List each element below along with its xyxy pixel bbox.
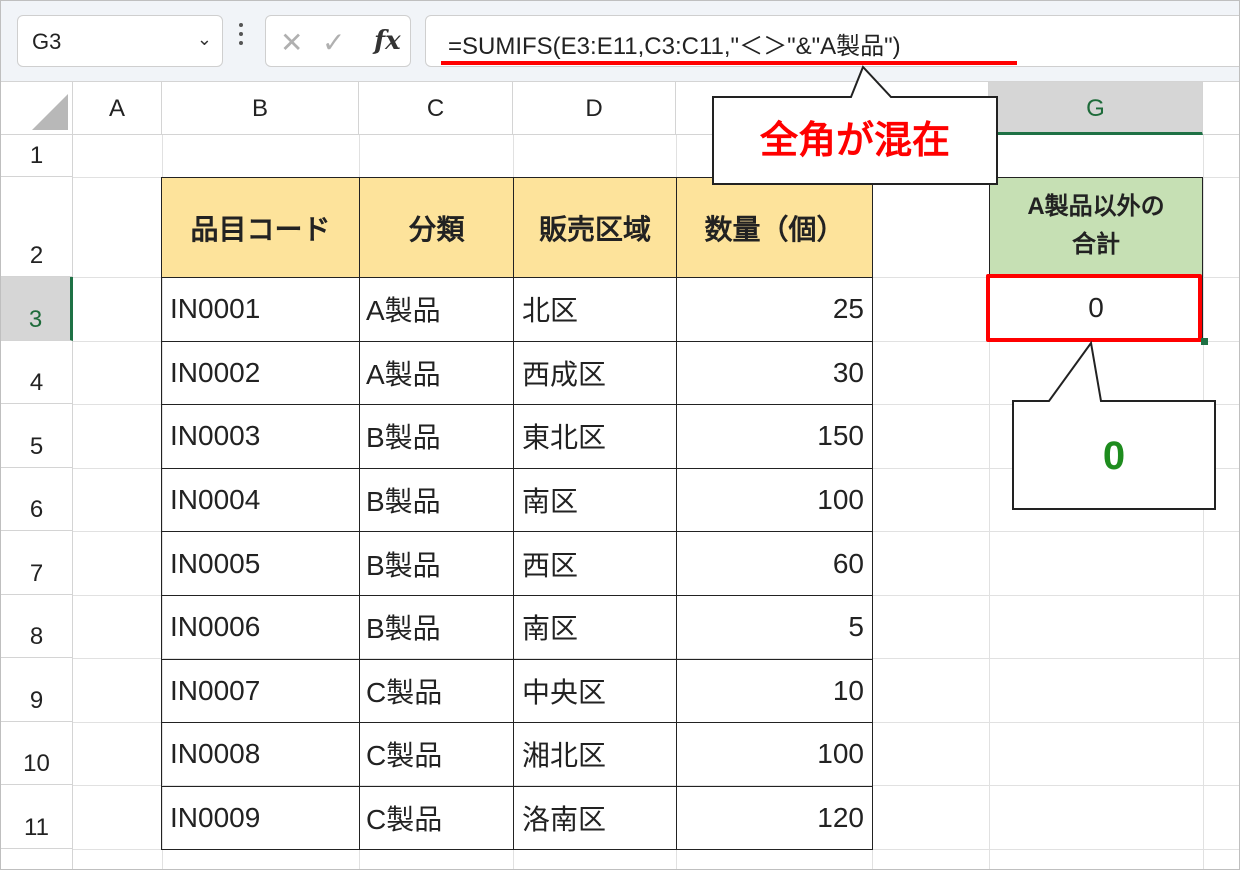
cell-quantity[interactable]: 25 [676, 277, 873, 342]
column-header-h[interactable] [1203, 82, 1239, 135]
formula-text: =SUMIFS(E3:E11,C3:C11,"＜＞"&"A製品") [448, 33, 901, 60]
row-header-5[interactable]: 5 [1, 404, 73, 468]
name-box[interactable]: G3 ⌄ [17, 15, 223, 67]
cell-quantity[interactable]: 30 [676, 340, 873, 406]
column-header-d[interactable]: D [513, 82, 676, 135]
cell-quantity[interactable]: 150 [676, 404, 873, 469]
cell-area[interactable]: 南区 [513, 467, 677, 533]
table-row: IN0004 B製品 南区 100 [161, 467, 873, 533]
column-header-g[interactable]: G [989, 82, 1203, 135]
formula-buttons: ✕ ✓ fx [265, 15, 411, 67]
excel-window: G3 ⌄ ✕ ✓ fx =SUMIFS(E3:E11,C3:C11,"＜＞"&"… [0, 0, 1240, 870]
data-table: 品目コード 分類 販売区域 数量（個） IN0001 A製品 北区 25 IN0… [161, 177, 873, 851]
header-quantity[interactable]: 数量（個） [676, 177, 873, 278]
table-row: IN0003 B製品 東北区 150 [161, 404, 873, 469]
cell-quantity[interactable]: 100 [676, 467, 873, 533]
row-header-10[interactable]: 10 [1, 722, 73, 785]
cell-area[interactable]: 中央区 [513, 658, 677, 724]
cell-code[interactable]: IN0005 [161, 531, 360, 596]
row-header-3[interactable]: 3 [1, 277, 73, 341]
cell-area[interactable]: 西区 [513, 531, 677, 596]
cell-area[interactable]: 南区 [513, 594, 677, 660]
name-box-value: G3 [32, 29, 62, 54]
cell-code[interactable]: IN0008 [161, 722, 360, 787]
cancel-icon[interactable]: ✕ [280, 26, 303, 59]
row-header-9[interactable]: 9 [1, 658, 73, 722]
table-row: IN0006 B製品 南区 5 [161, 594, 873, 660]
cell-quantity[interactable]: 10 [676, 658, 873, 724]
header-sales-area[interactable]: 販売区域 [513, 177, 677, 278]
column-header-c[interactable]: C [359, 82, 513, 135]
cell-category[interactable]: A製品 [359, 340, 514, 406]
cell-category[interactable]: C製品 [359, 722, 514, 787]
callout-mixed-width-text: 全角が混在 [759, 120, 950, 162]
row-header-1[interactable]: 1 [1, 135, 73, 177]
check-icon[interactable]: ✓ [322, 26, 345, 59]
cell-category[interactable]: A製品 [359, 277, 514, 342]
row-header-12[interactable]: 12 [1, 849, 73, 869]
cell-quantity[interactable]: 5 [676, 594, 873, 660]
row-header-7[interactable]: 7 [1, 531, 73, 595]
cell-category[interactable]: B製品 [359, 404, 514, 469]
g3-red-highlight [986, 274, 1202, 342]
table-row: IN0002 A製品 西成区 30 [161, 340, 873, 406]
select-all-corner[interactable] [1, 82, 73, 135]
cell-code[interactable]: IN0002 [161, 340, 360, 406]
cell-category[interactable]: B製品 [359, 531, 514, 596]
cell-area[interactable]: 西成区 [513, 340, 677, 406]
cell-quantity[interactable]: 60 [676, 531, 873, 596]
more-vertical-icon[interactable] [237, 23, 245, 53]
cell-code[interactable]: IN0003 [161, 404, 360, 469]
table-header-row: 品目コード 分類 販売区域 数量（個） [161, 177, 873, 278]
cell-area[interactable]: 東北区 [513, 404, 677, 469]
cell-code[interactable]: IN0007 [161, 658, 360, 724]
table-row: IN0009 C製品 洛南区 120 [161, 785, 873, 851]
g-header-line2: 合計 [1072, 231, 1120, 258]
row-header-6[interactable]: 6 [1, 468, 73, 531]
row-header-8[interactable]: 8 [1, 595, 73, 658]
cell-area[interactable]: 湘北区 [513, 722, 677, 787]
g-header-line1: A製品以外の [1027, 193, 1165, 220]
table-row: IN0005 B製品 西区 60 [161, 531, 873, 596]
cell-code[interactable]: IN0001 [161, 277, 360, 342]
table-row: IN0008 C製品 湘北区 100 [161, 722, 873, 787]
formula-bar: G3 ⌄ ✕ ✓ fx =SUMIFS(E3:E11,C3:C11,"＜＞"&"… [1, 1, 1239, 82]
cell-category[interactable]: C製品 [359, 658, 514, 724]
formula-input[interactable]: =SUMIFS(E3:E11,C3:C11,"＜＞"&"A製品") [425, 15, 1239, 67]
row-header-11[interactable]: 11 [1, 785, 73, 849]
header-item-code[interactable]: 品目コード [161, 177, 360, 278]
cell-category[interactable]: B製品 [359, 467, 514, 533]
column-header-b[interactable]: B [162, 82, 359, 135]
header-category[interactable]: 分類 [359, 177, 514, 278]
callout-result-text: 0 [1102, 434, 1126, 478]
chevron-down-icon[interactable]: ⌄ [197, 29, 212, 50]
row-header-4[interactable]: 4 [1, 341, 73, 404]
cell-quantity[interactable]: 100 [676, 722, 873, 787]
cell-code[interactable]: IN0004 [161, 467, 360, 533]
table-row: IN0001 A製品 北区 25 [161, 277, 873, 342]
column-header-a[interactable]: A [73, 82, 162, 135]
cell-area[interactable]: 北区 [513, 277, 677, 342]
cell-area[interactable]: 洛南区 [513, 785, 677, 851]
g-header-cell[interactable]: A製品以外の 合計 [989, 177, 1203, 277]
cell-code[interactable]: IN0006 [161, 594, 360, 660]
table-row: IN0007 C製品 中央区 10 [161, 658, 873, 724]
cell-code[interactable]: IN0009 [161, 785, 360, 851]
insert-function-icon[interactable]: fx [374, 26, 401, 56]
cell-quantity[interactable]: 120 [676, 785, 873, 851]
cell-category[interactable]: C製品 [359, 785, 514, 851]
cell-category[interactable]: B製品 [359, 594, 514, 660]
row-header-2[interactable]: 2 [1, 177, 73, 277]
formula-red-underline [441, 61, 1017, 65]
fill-handle[interactable] [1201, 338, 1208, 345]
